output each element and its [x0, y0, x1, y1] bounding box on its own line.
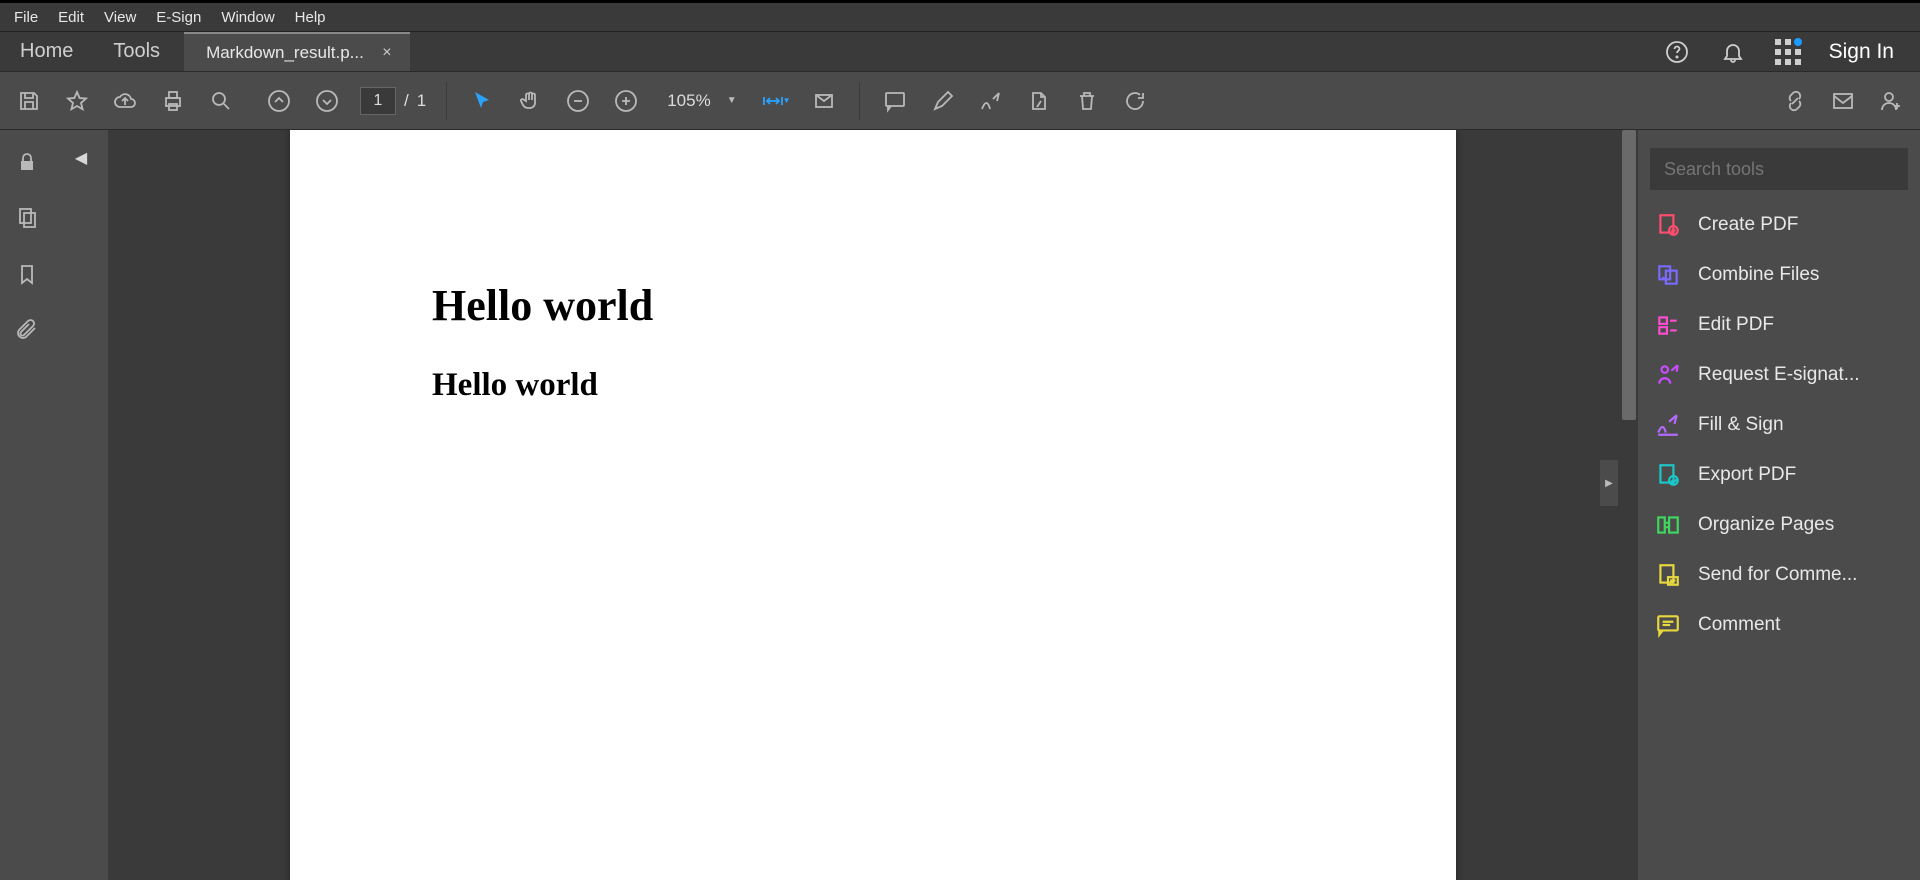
tool-item-send-for-comme-[interactable]: Send for Comme...	[1650, 550, 1908, 600]
left-panel-toggle[interactable]: ◀	[54, 130, 108, 880]
menu-esign[interactable]: E-Sign	[146, 5, 211, 30]
tool-icon	[1654, 461, 1682, 489]
menu-help[interactable]: Help	[285, 5, 336, 30]
tool-label: Fill & Sign	[1698, 414, 1784, 436]
tool-item-request-e-signat-[interactable]: Request E-signat...	[1650, 350, 1908, 400]
rotate-icon[interactable]	[1120, 86, 1150, 116]
lock-icon[interactable]	[13, 148, 41, 176]
tools-scrollbar[interactable]	[1906, 198, 1918, 758]
tool-icon	[1654, 511, 1682, 539]
highlight-icon[interactable]	[928, 86, 958, 116]
page-number-input[interactable]	[360, 87, 396, 115]
print-icon[interactable]	[158, 86, 188, 116]
zoom-value[interactable]: 105%	[659, 87, 718, 115]
fit-width-icon[interactable]: ▼	[761, 86, 791, 116]
menu-window[interactable]: Window	[211, 5, 284, 30]
zoom-out-icon[interactable]	[563, 86, 593, 116]
tool-icon	[1654, 611, 1682, 639]
find-icon[interactable]	[206, 86, 236, 116]
tab-home[interactable]: Home	[0, 32, 93, 71]
save-icon[interactable]	[14, 86, 44, 116]
tool-label: Organize Pages	[1698, 514, 1834, 536]
help-icon[interactable]	[1663, 38, 1691, 66]
link-icon[interactable]	[1780, 86, 1810, 116]
tool-icon	[1654, 311, 1682, 339]
tool-label: Request E-signat...	[1698, 364, 1860, 386]
sign-in-button[interactable]: Sign In	[1829, 40, 1894, 64]
attachment-icon[interactable]	[13, 316, 41, 344]
tool-label: Edit PDF	[1698, 314, 1774, 336]
close-tab-icon[interactable]: ×	[378, 44, 396, 62]
comment-icon[interactable]	[880, 86, 910, 116]
document-tab[interactable]: Markdown_result.p... ×	[184, 32, 410, 71]
document-tab-label: Markdown_result.p...	[206, 43, 364, 63]
tool-icon	[1654, 361, 1682, 389]
apps-icon[interactable]	[1775, 39, 1801, 65]
tool-label: Create PDF	[1698, 214, 1798, 236]
tool-label: Combine Files	[1698, 264, 1819, 286]
zoom-in-icon[interactable]	[611, 86, 641, 116]
search-tools-field[interactable]	[1650, 148, 1908, 190]
tool-icon	[1654, 561, 1682, 589]
pdf-page: Hello world Hello world	[290, 130, 1456, 880]
menu-view[interactable]: View	[94, 5, 146, 30]
menu-edit[interactable]: Edit	[48, 5, 94, 30]
tool-item-export-pdf[interactable]: Export PDF	[1650, 450, 1908, 500]
star-icon[interactable]	[62, 86, 92, 116]
tool-item-combine-files[interactable]: Combine Files	[1650, 250, 1908, 300]
tool-item-edit-pdf[interactable]: Edit PDF	[1650, 300, 1908, 350]
tool-item-create-pdf[interactable]: Create PDF	[1650, 200, 1908, 250]
page-sep: /	[404, 91, 409, 111]
document-scrollbar[interactable]	[1620, 130, 1638, 880]
tool-label: Export PDF	[1698, 464, 1796, 486]
tool-icon	[1654, 261, 1682, 289]
document-viewport[interactable]: Hello world Hello world ▶	[108, 130, 1638, 880]
tab-tools[interactable]: Tools	[93, 32, 180, 71]
share-user-icon[interactable]	[1876, 86, 1906, 116]
doc-heading-2: Hello world	[432, 367, 1314, 404]
tool-item-fill-sign[interactable]: Fill & Sign	[1650, 400, 1908, 450]
tool-icon	[1654, 411, 1682, 439]
tool-item-comment[interactable]: Comment	[1650, 600, 1908, 650]
stamp-icon[interactable]	[1024, 86, 1054, 116]
thumbnails-icon[interactable]	[13, 204, 41, 232]
email-icon[interactable]	[1828, 86, 1858, 116]
selection-tool-icon[interactable]	[467, 86, 497, 116]
tab-bar: Home Tools Markdown_result.p... × Sign I…	[0, 32, 1920, 72]
bookmark-icon[interactable]	[13, 260, 41, 288]
main-toolbar: / 1 105% ▼ ▼	[0, 72, 1920, 130]
menu-bar: File Edit View E-Sign Window Help	[0, 3, 1920, 32]
right-panel-toggle[interactable]: ▶	[1600, 460, 1618, 506]
cloud-upload-icon[interactable]	[110, 86, 140, 116]
page-total: 1	[417, 91, 426, 111]
hand-tool-icon[interactable]	[515, 86, 545, 116]
page-down-icon[interactable]	[312, 86, 342, 116]
delete-icon[interactable]	[1072, 86, 1102, 116]
page-up-icon[interactable]	[264, 86, 294, 116]
left-nav-bar	[0, 130, 54, 880]
tool-label: Send for Comme...	[1698, 564, 1857, 586]
search-tools-input[interactable]	[1664, 159, 1894, 180]
zoom-dropdown-icon[interactable]: ▼	[727, 95, 737, 106]
tools-panel: Create PDF Combine Files Edit PDF Request E…	[1638, 130, 1920, 880]
read-mode-icon[interactable]	[809, 86, 839, 116]
doc-heading-1: Hello world	[432, 280, 1314, 331]
tool-icon	[1654, 211, 1682, 239]
tool-item-organize-pages[interactable]: Organize Pages	[1650, 500, 1908, 550]
sign-icon[interactable]	[976, 86, 1006, 116]
menu-file[interactable]: File	[4, 5, 48, 30]
bell-icon[interactable]	[1719, 38, 1747, 66]
tool-label: Comment	[1698, 614, 1780, 636]
